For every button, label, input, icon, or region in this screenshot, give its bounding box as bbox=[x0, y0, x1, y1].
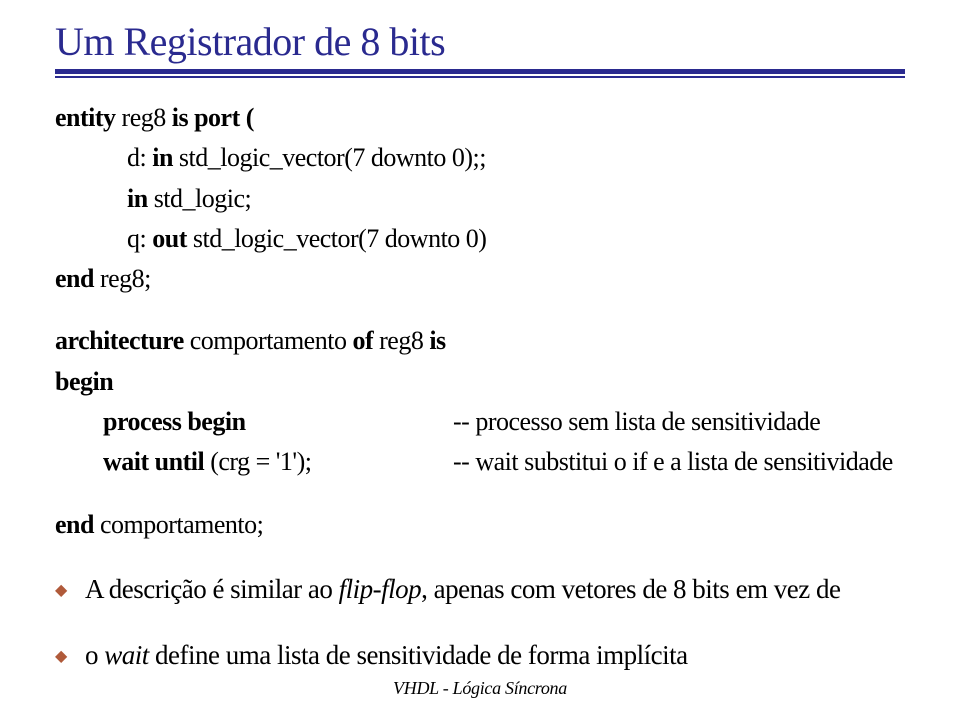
bullet-icon: ◆ bbox=[55, 569, 85, 611]
title-underline bbox=[55, 69, 905, 78]
bullet-text: , apenas com vetores de 8 bits em vez de bbox=[421, 574, 840, 604]
code-comment: -- processo sem lista de sensitividade bbox=[453, 402, 820, 442]
code-line: end comportamento; bbox=[55, 505, 905, 545]
kw-entity: entity bbox=[55, 103, 116, 132]
code-comment: -- wait substitui o if e a lista de sens… bbox=[453, 442, 893, 482]
code-line: architecture comportamento of reg8 is bbox=[55, 321, 905, 361]
kw-is: is bbox=[429, 326, 445, 355]
bullet-text: define uma lista de sensitividade de for… bbox=[149, 640, 688, 670]
blank-line bbox=[55, 299, 905, 321]
kw-is-port: is port ( bbox=[172, 103, 254, 132]
code-text: q: bbox=[127, 224, 152, 253]
code-text: std_logic_vector(7 downto 0);; bbox=[173, 143, 486, 172]
code-line: in std_logic; bbox=[55, 179, 905, 219]
kw-of: of bbox=[352, 326, 373, 355]
term-wait: wait bbox=[104, 640, 149, 670]
kw-architecture: architecture bbox=[55, 326, 184, 355]
kw-out: out bbox=[152, 224, 187, 253]
code-line: entity reg8 is port ( bbox=[55, 98, 905, 138]
kw-wait-until: wait until bbox=[103, 447, 204, 476]
kw-in: in bbox=[152, 143, 173, 172]
code-text: comportamento bbox=[184, 326, 353, 355]
kw-begin: begin bbox=[55, 367, 113, 396]
code-text: std_logic; bbox=[148, 184, 252, 213]
code-line: begin bbox=[55, 362, 905, 402]
bullet-item: ◆ A descrição é similar ao flip-flop, ap… bbox=[55, 569, 905, 611]
slide-title: Um Registrador de 8 bits bbox=[55, 18, 905, 65]
code-line: end reg8; bbox=[55, 259, 905, 299]
bullet-text: A descrição é similar ao bbox=[85, 574, 339, 604]
kw-end: end bbox=[55, 510, 94, 539]
kw-process-begin: process begin bbox=[103, 407, 246, 436]
code-text: d: bbox=[127, 143, 152, 172]
code-line: wait until (crg = '1'); -- wait substitu… bbox=[55, 442, 905, 482]
kw-end: end bbox=[55, 264, 94, 293]
code-text: comportamento; bbox=[94, 510, 263, 539]
term-flip-flop: flip-flop bbox=[339, 574, 422, 604]
bullet-item: ◆ o wait define uma lista de sensitivida… bbox=[55, 635, 905, 677]
code-text: reg8; bbox=[94, 264, 151, 293]
bullet-icon: ◆ bbox=[55, 635, 85, 677]
code-block: entity reg8 is port ( d: in std_logic_ve… bbox=[55, 98, 905, 545]
code-line: q: out std_logic_vector(7 downto 0) bbox=[55, 219, 905, 259]
blank-line bbox=[55, 483, 905, 505]
kw-in: in bbox=[127, 184, 148, 213]
code-text: reg8 bbox=[116, 103, 172, 132]
code-text: std_logic_vector(7 downto 0) bbox=[187, 224, 487, 253]
bullet-text: o bbox=[85, 640, 104, 670]
code-line: process begin -- processo sem lista de s… bbox=[55, 402, 905, 442]
code-text: (crg = '1'); bbox=[204, 447, 311, 476]
code-text: reg8 bbox=[373, 326, 429, 355]
bullet-list: ◆ A descrição é similar ao flip-flop, ap… bbox=[55, 569, 905, 677]
footer-text: VHDL - Lógica Síncrona bbox=[0, 678, 960, 699]
code-line: d: in std_logic_vector(7 downto 0);; bbox=[55, 138, 905, 178]
